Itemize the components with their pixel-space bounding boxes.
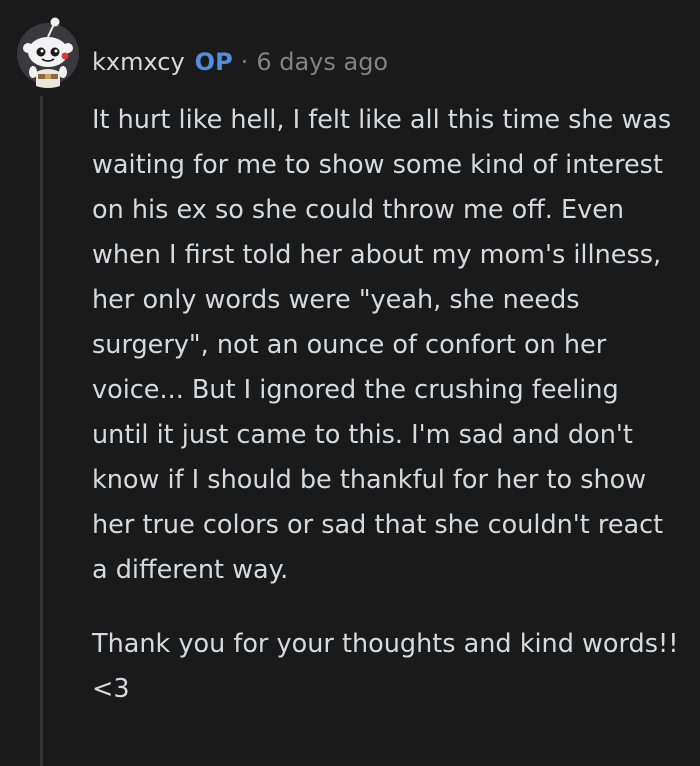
snoo-avatar-icon[interactable] — [14, 10, 82, 90]
comment-paragraph: It hurt like hell, I felt like all this … — [92, 105, 672, 585]
comment-timestamp[interactable]: 6 days ago — [256, 48, 388, 76]
op-badge: OP — [194, 48, 233, 76]
author-username[interactable]: kxmxcy — [92, 48, 185, 76]
thread-collapse-line[interactable] — [40, 96, 43, 766]
comment: kxmxcy OP · 6 days ago It hurt like hell… — [0, 0, 700, 766]
comment-body: It hurt like hell, I felt like all this … — [92, 98, 682, 712]
meta-separator: · — [240, 48, 249, 76]
comment-paragraph: Thank you for your thoughts and kind wor… — [92, 629, 679, 704]
comment-meta: kxmxcy OP · 6 days ago — [92, 44, 388, 80]
